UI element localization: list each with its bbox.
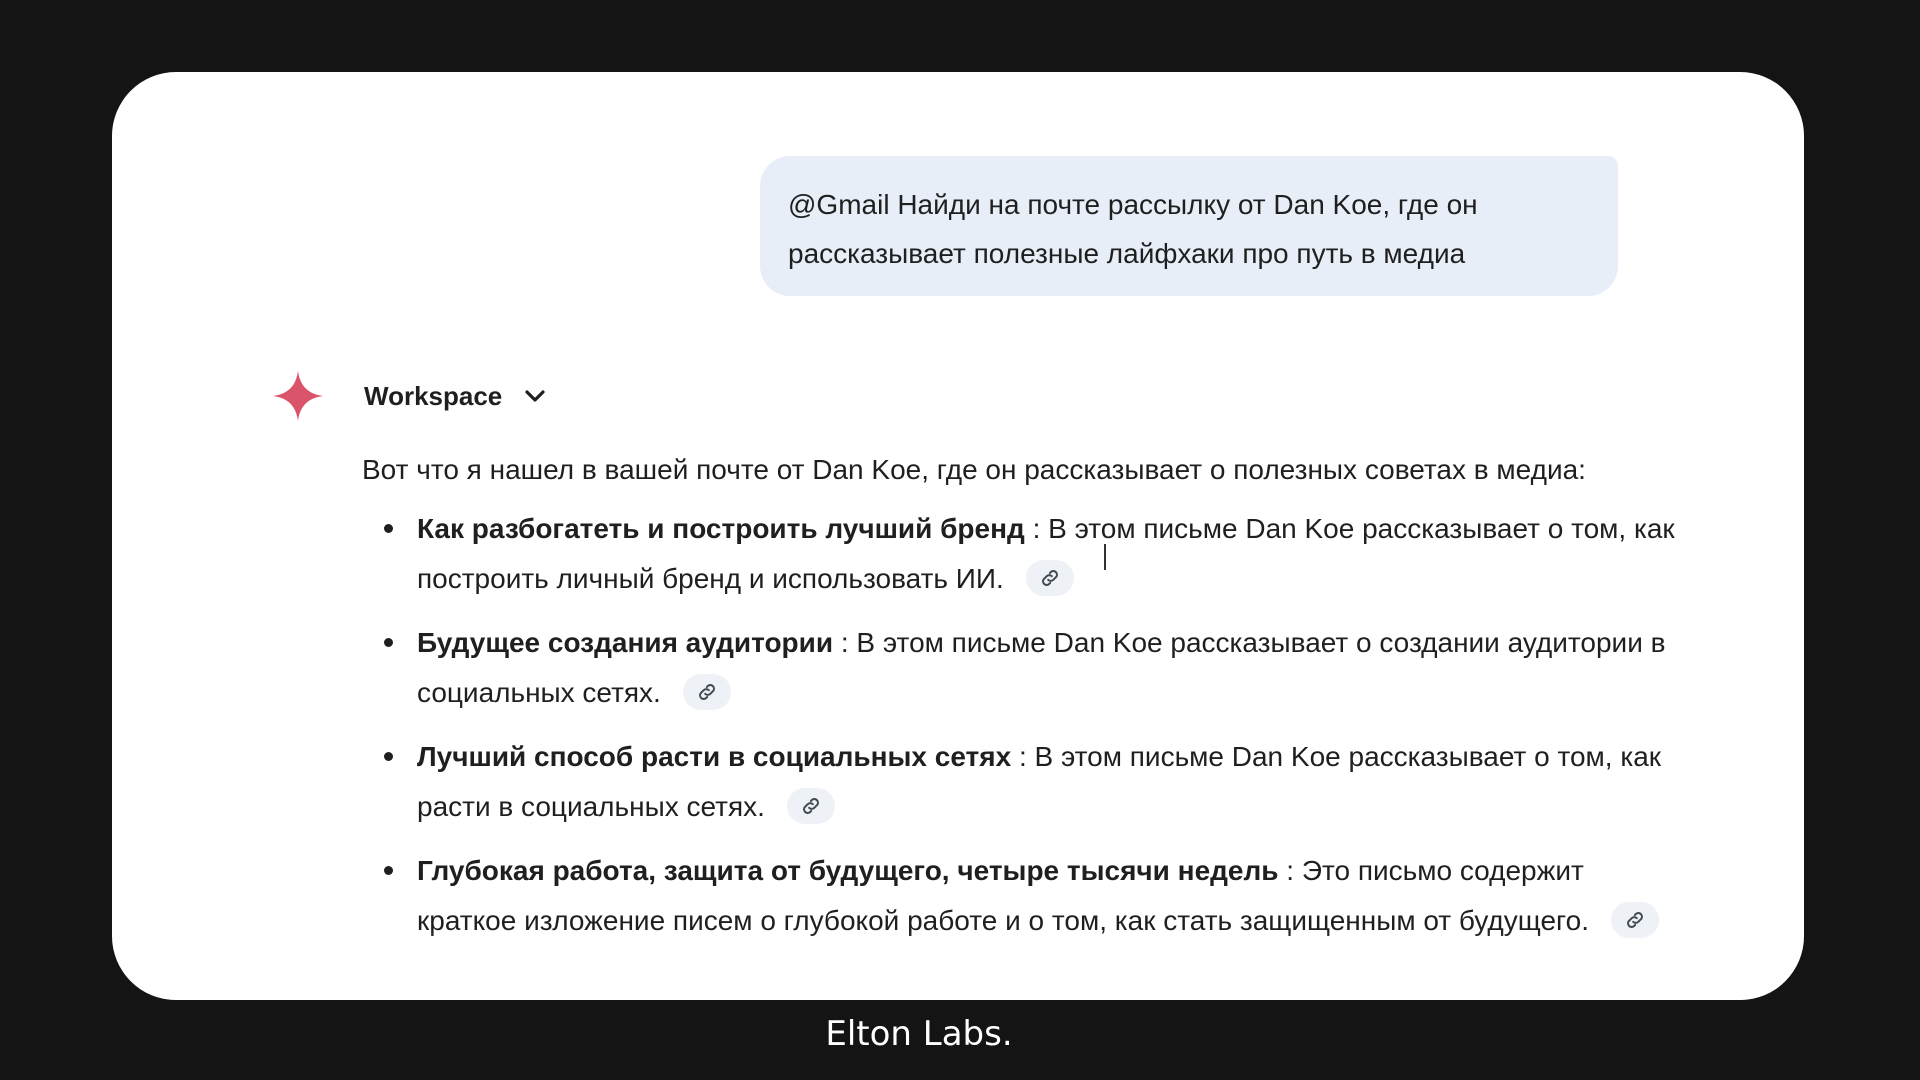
bullet-dot	[384, 752, 393, 761]
source-link-button[interactable]	[1610, 901, 1659, 938]
result-title: Будущее создания аудитории	[417, 627, 834, 658]
workspace-source-label[interactable]: Workspace	[364, 381, 502, 412]
source-link-button[interactable]	[682, 673, 731, 710]
text-cursor	[1104, 544, 1106, 570]
chevron-down-icon[interactable]	[522, 383, 548, 409]
bullet-dot	[384, 866, 393, 875]
result-list: Как разбогатеть и построить лучший бренд…	[362, 504, 1682, 946]
list-item: Будущее создания аудитории : В этом пись…	[362, 618, 1682, 718]
list-item: Как разбогатеть и построить лучший бренд…	[362, 504, 1682, 604]
gemini-sparkle-icon	[273, 371, 323, 421]
list-item: Лучший способ расти в социальных сетях :…	[362, 732, 1682, 832]
assistant-header: Workspace	[272, 368, 548, 424]
list-item: Глубокая работа, защита от будущего, чет…	[362, 846, 1682, 946]
result-title: Глубокая работа, защита от будущего, чет…	[417, 855, 1279, 886]
bullet-dot	[384, 524, 393, 533]
response-intro: Вот что я нашел в вашей почте от Dan Koe…	[362, 454, 1586, 485]
user-message-line-1: @Gmail Найди на почте рассылку от Dan Ko…	[788, 189, 1478, 220]
bullet-dot	[384, 638, 393, 647]
link-icon	[802, 797, 819, 814]
link-icon	[1041, 569, 1058, 586]
source-link-button[interactable]	[786, 787, 835, 824]
source-link-button[interactable]	[1025, 559, 1074, 596]
brand-watermark: Elton Labs.	[825, 1014, 1013, 1054]
user-message-bubble: @Gmail Найди на почте рассылку от Dan Ko…	[760, 156, 1618, 296]
chat-panel: @Gmail Найди на почте рассылку от Dan Ko…	[112, 72, 1804, 1000]
assistant-response: Вот что я нашел в вашей почте от Dan Koe…	[362, 450, 1682, 960]
result-title: Как разбогатеть и построить лучший бренд	[417, 513, 1025, 544]
user-message-line-2: рассказывает полезные лайфхаки про путь …	[788, 238, 1466, 269]
link-icon	[1626, 911, 1643, 928]
result-title: Лучший способ расти в социальных сетях	[417, 741, 1012, 772]
link-icon	[698, 683, 715, 700]
